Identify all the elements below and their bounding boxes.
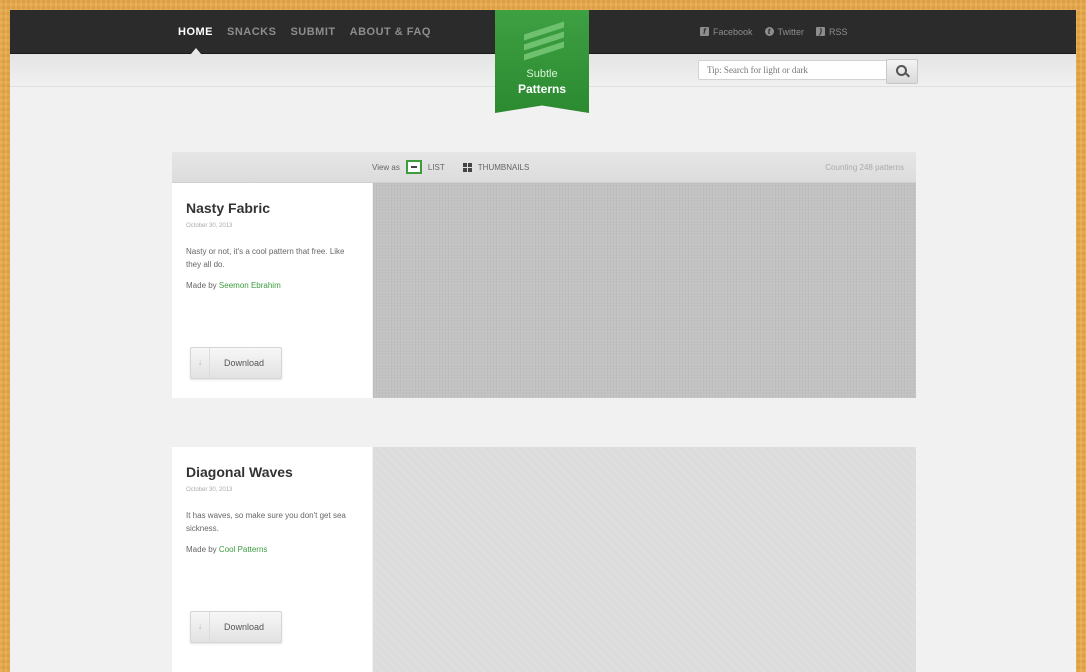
download-arrow-icon: ↓ [191,348,210,378]
list-view-icon[interactable] [405,160,422,174]
pattern-title[interactable]: Diagonal Waves [186,464,293,480]
logo-line-2: Patterns [517,82,567,96]
rss-icon: ) [816,27,826,36]
view-as-label: View as [372,162,400,172]
nav-submit[interactable]: SUBMIT [290,26,335,38]
view-toolbar: View as LIST THUMBNAILS Counting 248 pat… [172,152,916,183]
pattern-author-line: Made by Cool Patterns [186,545,267,554]
pattern-description: It has waves, so make sure you don't get… [186,511,346,533]
pattern-card-info: Diagonal Waves October 30, 2013 It has w… [172,447,372,672]
pattern-description: Nasty or not, it's a cool pattern that f… [186,247,345,269]
facebook-icon: f [700,27,709,36]
pattern-date: October 30, 2013 [186,223,233,229]
thumbnails-view-icon[interactable] [462,162,472,172]
subtle-patterns-logo[interactable]: Subtle Patterns [495,10,589,113]
search-input[interactable] [698,60,888,80]
twitter-link[interactable]: t Twitter [764,26,805,37]
nav-home[interactable]: HOME [178,26,213,54]
download-button[interactable]: ↓ Download [190,611,282,643]
author-link[interactable]: Cool Patterns [219,545,267,554]
pattern-date: October 30, 2013 [186,487,233,493]
main-nav: HOME SNACKS SUBMIT ABOUT & FAQ [178,10,431,54]
pattern-title[interactable]: Nasty Fabric [186,200,270,216]
browser-page: HOME SNACKS SUBMIT ABOUT & FAQ f Faceboo… [10,10,1076,672]
download-label: Download [224,622,265,632]
nav-snacks[interactable]: SNACKS [227,26,276,38]
search-button[interactable] [886,59,918,84]
rss-label: RSS [829,26,848,37]
twitter-icon: t [764,27,774,36]
pattern-author-line: Made by Seemon Ebrahim [186,281,281,290]
download-button[interactable]: ↓ Download [190,347,282,379]
pattern-count: Counting 248 patterns [825,162,904,172]
logo-stripes-icon [524,21,564,61]
download-arrow-icon: ↓ [191,612,210,642]
download-label: Download [224,358,265,368]
pattern-preview[interactable] [373,447,916,672]
pattern-preview[interactable] [373,183,916,398]
facebook-link[interactable]: f Facebook [700,27,753,37]
thumbnails-view-label[interactable]: THUMBNAILS [478,163,530,172]
made-by-label: Made by [186,281,217,290]
twitter-label: Twitter [777,26,805,37]
facebook-label: Facebook [713,26,753,37]
logo-line-1: Subtle [526,68,558,80]
list-view-label[interactable]: LIST [428,163,445,172]
rss-link[interactable]: ) RSS [816,27,848,37]
author-link[interactable]: Seemon Ebrahim [219,281,281,290]
view-as-group: View as LIST THUMBNAILS [372,152,529,182]
social-links: f Facebook t Twitter ) RSS [700,10,848,53]
made-by-label: Made by [186,545,217,554]
nav-about-faq[interactable]: ABOUT & FAQ [350,26,431,38]
pattern-card-info: Nasty Fabric October 30, 2013 Nasty or n… [172,183,372,398]
